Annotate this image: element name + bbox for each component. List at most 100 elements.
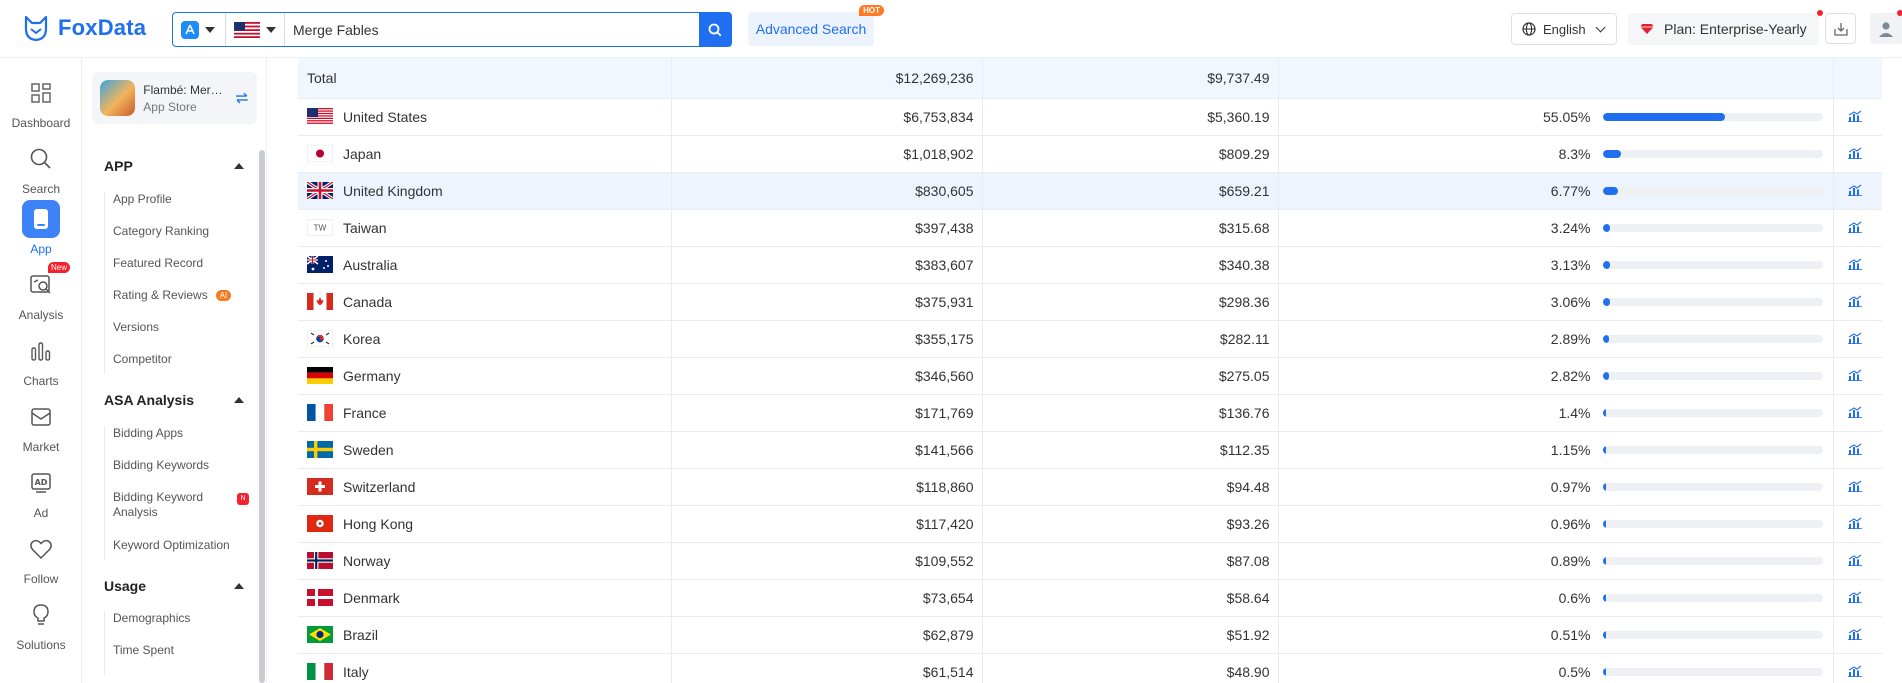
trend-chart-icon [1847, 517, 1862, 529]
table-row[interactable]: Korea $355,175 $282.11 2.89% [298, 320, 1882, 358]
trend-chart-button[interactable] [1833, 468, 1882, 506]
table-row[interactable]: Hong Kong $117,420 $93.26 0.96% [298, 505, 1882, 543]
share-cell: 0.51% [1278, 616, 1834, 654]
rail-item-dashboard[interactable]: Dashboard [0, 74, 82, 130]
share-percent: 0.89% [1550, 552, 1591, 569]
table-row[interactable]: Switzerland $118,860 $94.48 0.97% [298, 468, 1882, 506]
sidebar-item-app-profile[interactable]: App Profile [105, 192, 231, 224]
table-row[interactable]: Japan $1,018,902 $809.29 8.3% [298, 135, 1882, 173]
sidebar-item-rating-reviews[interactable]: Rating & Reviews AI [105, 288, 232, 320]
section-app-header[interactable]: APP [104, 158, 244, 174]
sidebar-item-time-spent[interactable]: Time Spent [105, 643, 190, 675]
rail-item-follow[interactable]: Follow [0, 530, 82, 586]
rail-label: Ad [33, 506, 49, 520]
share-percent: 0.51% [1550, 626, 1591, 643]
brand-logo[interactable]: FoxData [22, 14, 146, 42]
sidebar-item-competitor[interactable]: Competitor [105, 352, 231, 374]
country-cell: Australia [298, 246, 672, 284]
share-percent: 55.05% [1543, 108, 1591, 125]
table-row[interactable]: TW Taiwan $397,438 $315.68 3.24% [298, 209, 1882, 247]
language-selector[interactable]: English [1511, 13, 1617, 45]
collapse-icon [234, 397, 244, 403]
sidebar-item-bidding-apps[interactable]: Bidding Apps [105, 426, 230, 458]
sidebar-item-demographics[interactable]: Demographics [105, 611, 190, 643]
table-row[interactable]: Sweden $141,566 $112.35 1.15% [298, 431, 1882, 469]
rail-item-market[interactable]: Market [0, 398, 82, 454]
table-row[interactable]: Norway $109,552 $87.08 0.89% [298, 542, 1882, 580]
section-usage-header[interactable]: Usage [104, 578, 244, 594]
trend-chart-button[interactable] [1833, 209, 1882, 247]
trend-chart-button[interactable] [1833, 394, 1882, 432]
selected-app-card[interactable]: Flambé: Merg... App Store [92, 72, 257, 124]
user-avatar[interactable] [1870, 10, 1902, 44]
rail-item-analysis[interactable]: New Analysis [0, 262, 82, 322]
sidebar-scrollbar[interactable] [259, 150, 265, 683]
trend-chart-button[interactable] [1833, 135, 1882, 173]
section-app-list: App Profile Category Ranking Featured Re… [104, 192, 232, 374]
search-input[interactable] [285, 13, 699, 46]
table-row[interactable]: Italy $61,514 $48.90 0.5% [298, 653, 1882, 683]
country-selector[interactable] [226, 13, 285, 46]
country-name: Korea [343, 330, 381, 347]
total-label: Total [298, 58, 672, 99]
store-selector[interactable] [173, 13, 226, 46]
sidebar-item-category-ranking[interactable]: Category Ranking [105, 224, 231, 256]
share-bar-fill [1602, 630, 1606, 639]
trend-chart-button[interactable] [1833, 172, 1882, 210]
rail-item-ad[interactable]: AD Ad [0, 464, 82, 520]
trend-chart-button[interactable] [1833, 246, 1882, 284]
revenue-cell: $118,860 [671, 468, 983, 506]
plan-badge[interactable]: Plan: Enterprise-Yearly [1628, 10, 1823, 45]
caret-down-icon [205, 26, 215, 33]
trend-chart-icon [1847, 184, 1862, 196]
country-name: Denmark [343, 589, 400, 606]
share-bar [1602, 667, 1823, 676]
revenue-cell: $830,605 [671, 172, 983, 210]
rail-item-search[interactable]: Search [0, 140, 82, 196]
trend-chart-button[interactable] [1833, 283, 1882, 321]
table-row[interactable]: United States $6,753,834 $5,360.19 55.05% [298, 98, 1882, 136]
second-value-cell: $275.05 [982, 357, 1279, 395]
sidebar-item-versions[interactable]: Versions [105, 320, 231, 352]
app-icon [22, 200, 60, 238]
share-cell: 1.4% [1278, 394, 1834, 432]
rail-item-app[interactable]: App [0, 200, 82, 256]
share-bar-fill [1602, 482, 1606, 491]
sidebar-item-bidding-keyword-analysis[interactable]: Bidding Keyword Analysis N [105, 490, 249, 538]
second-value-cell: $58.64 [982, 579, 1279, 617]
table-row[interactable]: Germany $346,560 $275.05 2.82% [298, 357, 1882, 395]
revenue-cell: $6,753,834 [671, 98, 983, 136]
rail-item-charts[interactable]: Charts [0, 332, 82, 388]
table-row[interactable]: France $171,769 $136.76 1.4% [298, 394, 1882, 432]
swap-icon[interactable] [235, 92, 249, 104]
table-row[interactable]: United Kingdom $830,605 $659.21 6.77% [298, 172, 1882, 210]
trend-chart-icon [1847, 369, 1862, 381]
trend-chart-icon [1847, 110, 1862, 122]
trend-chart-button[interactable] [1833, 542, 1882, 580]
download-button[interactable] [1825, 13, 1856, 44]
trend-chart-button[interactable] [1833, 320, 1882, 358]
share-bar-fill [1602, 112, 1725, 121]
country-name: Hong Kong [343, 515, 414, 532]
trend-chart-button[interactable] [1833, 505, 1882, 543]
rail-item-solutions[interactable]: Solutions [0, 596, 82, 652]
sidebar-item-label: Bidding Apps [113, 426, 184, 440]
search-button[interactable] [699, 13, 731, 46]
trend-chart-button[interactable] [1833, 357, 1882, 395]
advanced-search-button[interactable]: Advanced Search HOT [748, 5, 884, 46]
trend-chart-button[interactable] [1833, 616, 1882, 654]
trend-chart-button[interactable] [1833, 653, 1882, 683]
sidebar-item-featured-record[interactable]: Featured Record [105, 256, 231, 288]
section-asa-header[interactable]: ASA Analysis [104, 392, 244, 408]
table-row[interactable]: Canada $375,931 $298.36 3.06% [298, 283, 1882, 321]
trend-chart-button[interactable] [1833, 431, 1882, 469]
table-row[interactable]: Australia $383,607 $340.38 3.13% [298, 246, 1882, 284]
country-cell: Brazil [298, 616, 672, 654]
trend-chart-button[interactable] [1833, 98, 1882, 136]
sidebar-item-bidding-keywords[interactable]: Bidding Keywords [105, 458, 230, 490]
sidebar-item-keyword-optimization[interactable]: Keyword Optimization [105, 538, 230, 560]
table-row[interactable]: Denmark $73,654 $58.64 0.6% [298, 579, 1882, 617]
country-name: Brazil [343, 626, 379, 643]
table-row[interactable]: Brazil $62,879 $51.92 0.51% [298, 616, 1882, 654]
trend-chart-button[interactable] [1833, 579, 1882, 617]
